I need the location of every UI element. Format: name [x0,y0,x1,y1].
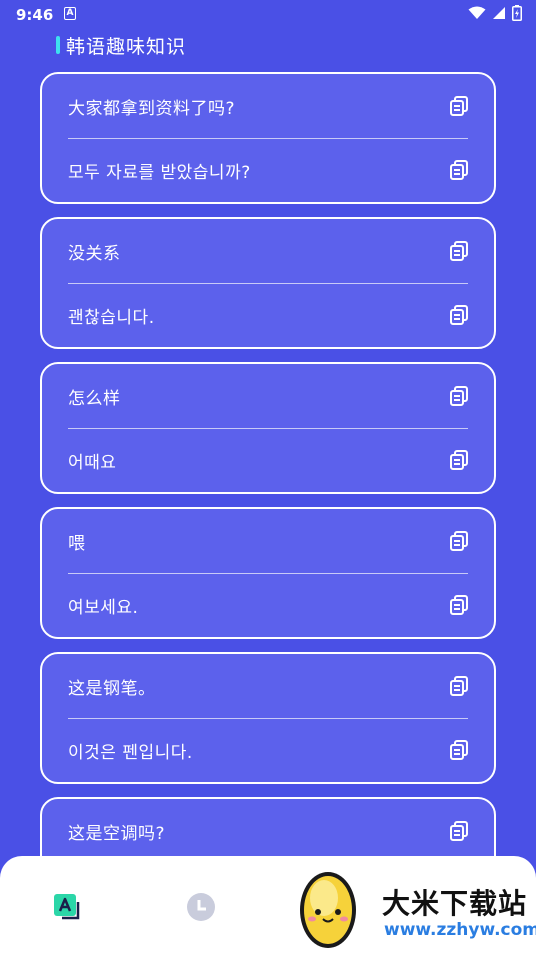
phrase-row-chinese: 喂 [68,509,470,573]
phrase-row-korean: 이것은 펜입니다. [68,718,470,782]
phrase-row-chinese: 没关系 [68,219,470,283]
clock-icon [187,893,215,921]
status-time: 9:46 [16,6,54,24]
status-bar: 9:46 A [0,0,536,30]
korean-text: 어때요 [68,452,117,473]
phrase-row-chinese: 怎么样 [68,364,470,428]
phrase-row-korean: 어때요 [68,428,470,492]
korean-text: 이것은 펜입니다. [68,742,193,763]
wifi-icon [468,6,486,19]
signal-icon [493,7,505,19]
chinese-text: 怎么样 [68,388,121,409]
chinese-text: 这是空调吗? [68,823,166,844]
chinese-text: 喂 [68,533,86,554]
phrase-row-chinese: 这是钢笔。 [68,654,470,718]
phrase-card: 喂 여보세요. [40,507,496,639]
mascot-logo [300,872,356,948]
korean-text: 모두 자료를 받았습니까? [68,162,251,183]
nav-tab-translate[interactable] [52,892,82,922]
copy-icon[interactable] [448,739,470,761]
copy-icon[interactable] [448,240,470,262]
phrase-list: 大家都拿到资料了吗? 모두 자료를 받았습니까? 没关系 괜찮습니다. 怎么样 [40,72,496,942]
status-icons [468,5,522,21]
copy-icon[interactable] [448,530,470,552]
notification-icon: A [64,7,76,20]
page-title: 韩语趣味知识 [66,35,187,58]
watermark-url: www.zzhyw.com [384,920,536,940]
nav-tab-history[interactable] [186,892,216,922]
phrase-row-korean: 모두 자료를 받았습니까? [68,138,470,202]
chinese-text: 没关系 [68,243,121,264]
copy-icon[interactable] [448,385,470,407]
copy-icon[interactable] [448,820,470,842]
copy-icon[interactable] [448,159,470,181]
copy-icon[interactable] [448,675,470,697]
copy-icon[interactable] [448,95,470,117]
battery-icon [512,5,522,21]
phrase-row-chinese: 这是空调吗? [68,799,470,863]
phrase-card: 怎么样 어때요 [40,362,496,494]
app-screen: 9:46 A 韩语趣味知识 大家都拿到资料了吗? 모두 자료를 받았습니까? 没… [0,0,536,954]
phrase-card: 这是钢笔。 이것은 펜입니다. [40,652,496,784]
phrase-row-chinese: 大家都拿到资料了吗? [68,74,470,138]
phrase-row-korean: 괜찮습니다. [68,283,470,347]
watermark: 大米下载站 www.zzhyw.com [294,858,536,954]
title-accent-bar [56,36,60,54]
chinese-text: 大家都拿到资料了吗? [68,98,236,119]
translate-icon [54,894,80,920]
chinese-text: 这是钢笔。 [68,678,156,699]
watermark-title: 大米下载站 [382,887,528,920]
copy-icon[interactable] [448,449,470,471]
phrase-card: 大家都拿到资料了吗? 모두 자료를 받았습니까? [40,72,496,204]
copy-icon[interactable] [448,304,470,326]
phrase-card: 没关系 괜찮습니다. [40,217,496,349]
korean-text: 여보세요. [68,597,139,618]
page-header: 韩语趣味知识 [56,32,186,58]
copy-icon[interactable] [448,594,470,616]
korean-text: 괜찮습니다. [68,307,155,328]
phrase-row-korean: 여보세요. [68,573,470,637]
